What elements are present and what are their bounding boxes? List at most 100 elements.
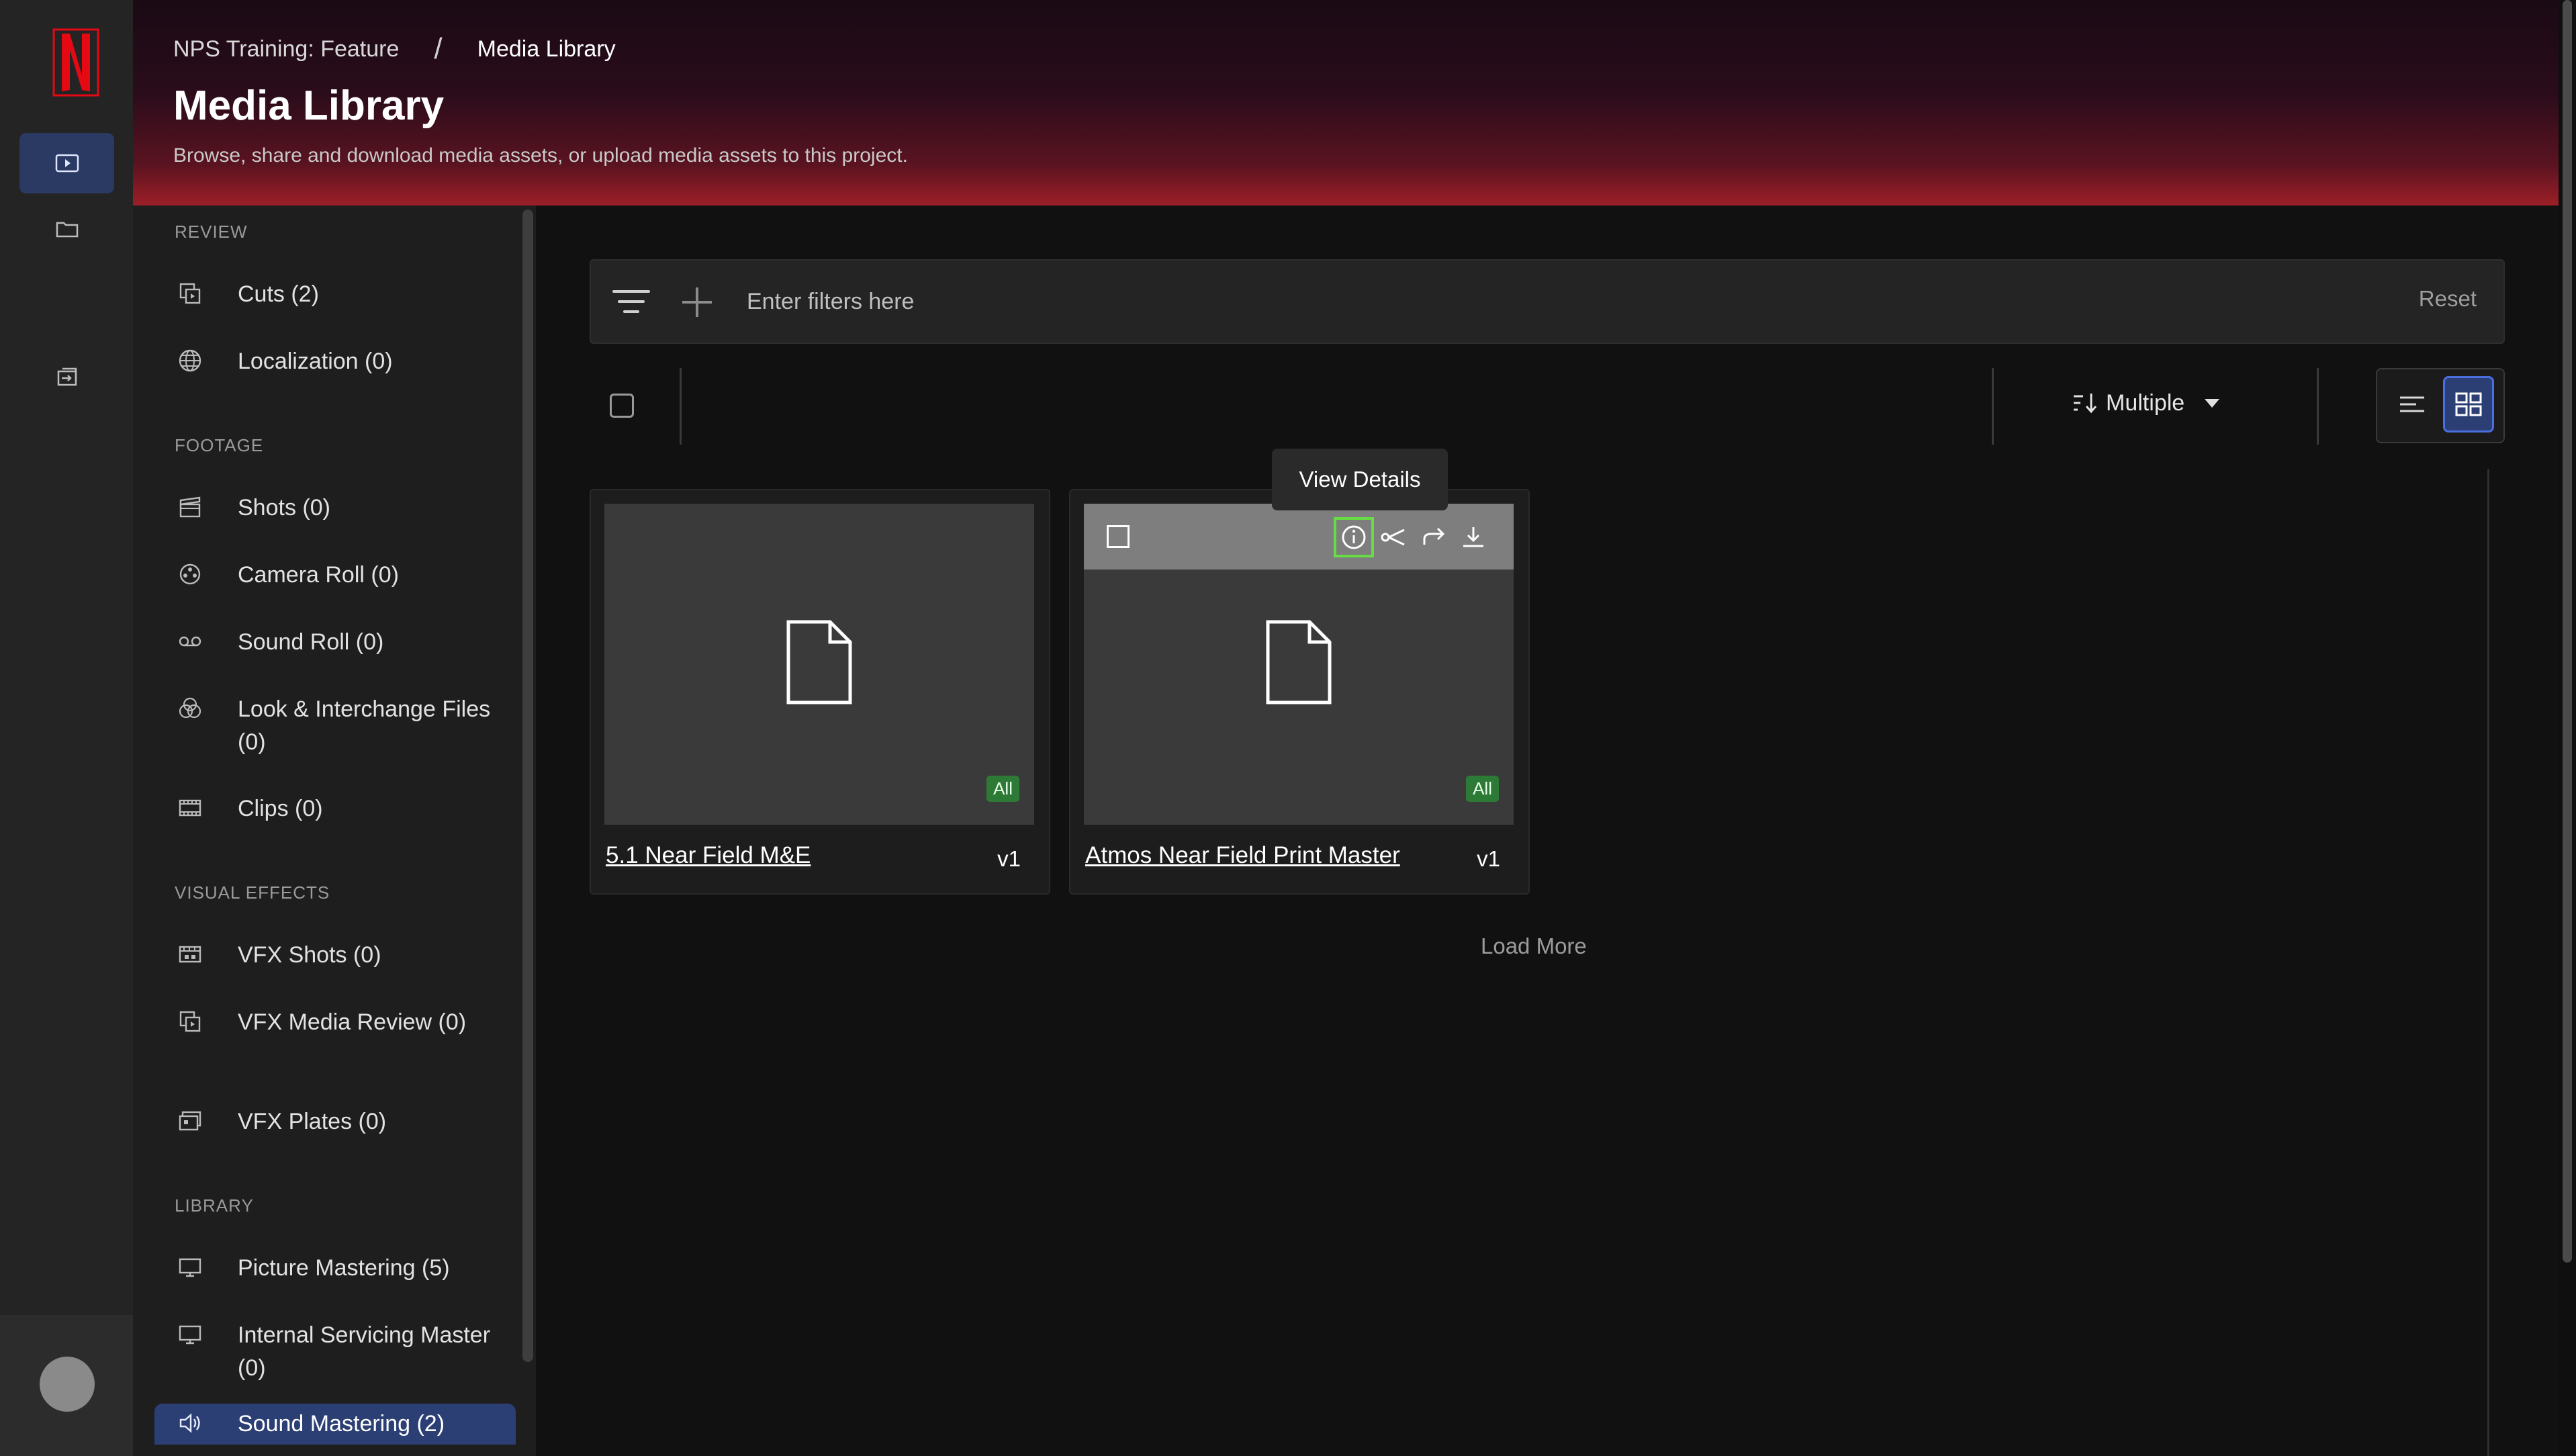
transfers-nav-button[interactable] [19,347,114,407]
list-view-button[interactable] [2392,384,2432,424]
chevron-down-icon [2205,399,2220,408]
grid-view-button[interactable] [2443,376,2494,433]
media-title-link[interactable]: Atmos Near Field Print Master [1085,842,1400,869]
view-details-button[interactable] [1334,517,1374,557]
color-circles-icon [175,693,205,724]
sidebar-item-label: VFX Media Review (0) [238,1009,467,1035]
media-thumbnail[interactable]: All [604,504,1034,825]
view-details-tooltip: View Details [1272,449,1448,510]
sidebar-item-vfx-shots[interactable]: VFX Shots (0) [175,939,524,972]
sidebar-item-look-interchange[interactable]: Look & Interchange Files (0) [175,693,524,759]
sidebar-item-label: Sound Roll (0) [238,629,384,655]
select-all-checkbox[interactable] [610,394,634,418]
download-button[interactable] [1453,517,1493,557]
add-filter-icon[interactable] [678,283,716,321]
grid-view-icon [2455,392,2482,416]
section-title-visual-effects: VISUAL EFFECTS [175,882,330,903]
sidebar-item-cuts[interactable]: Cuts (2) [175,278,524,311]
globe-icon [175,345,205,376]
sidebar-item-label: VFX Plates (0) [238,1109,387,1134]
media-version: v1 [997,846,1021,871]
share-button[interactable] [1414,517,1455,557]
content-divider [2487,469,2489,1456]
sidebar-item-label: Shots (0) [238,495,330,520]
toolbar-divider [2317,368,2319,445]
transfer-icon [57,367,77,386]
page-description: Browse, share and download media assets,… [173,144,908,167]
media-version: v1 [1477,846,1500,871]
monitor-icon [175,1252,205,1283]
vfx-plates-icon [175,1105,205,1136]
play-screen-icon [55,154,79,173]
folder-icon [56,222,78,238]
sidebar-item-clips[interactable]: Clips (0) [175,792,524,825]
category-sidebar: REVIEW Cuts (2) Localization (0) FOOTAGE… [133,206,536,1456]
media-card[interactable]: All Atmos Near Field Print Master v1 [1069,489,1530,895]
filter-bar: Reset [590,259,2505,344]
card-action-bar [1084,504,1514,570]
toolbar-divider [1992,368,1994,445]
cut-button[interactable] [1374,517,1414,557]
cuts-icon [175,278,205,309]
section-title-footage: FOOTAGE [175,435,264,455]
speaker-icon [175,1408,205,1439]
sidebar-item-camera-roll[interactable]: Camera Roll (0) [175,559,524,592]
sidebar-item-vfx-media-review[interactable]: VFX Media Review (0) [175,1006,524,1039]
sidebar-item-sound-mastering[interactable]: Sound Mastering (2) [154,1404,516,1445]
sidebar-item-picture-mastering[interactable]: Picture Mastering (5) [175,1252,524,1285]
sidebar-item-shots[interactable]: Shots (0) [175,492,524,525]
sidebar-item-label: VFX Shots (0) [238,942,381,968]
breadcrumb-current: Media Library [477,36,616,62]
file-icon [1266,620,1332,704]
file-icon [786,620,852,704]
media-card[interactable]: All 5.1 Near Field M&E v1 [590,489,1050,895]
user-avatar[interactable] [40,1357,95,1412]
scissors-icon [1381,529,1405,546]
sidebar-item-label: Camera Roll (0) [238,562,399,588]
film-reel-icon [175,559,205,590]
filter-input[interactable] [745,281,2225,322]
sidebar-item-label: Localization (0) [238,349,393,374]
view-toggle [2376,368,2505,443]
monitor-icon [175,1319,205,1350]
sort-dropdown[interactable]: Multiple [2071,390,2223,416]
sidebar-scrollbar[interactable] [522,210,533,1362]
download-icon [1463,527,1483,547]
card-select-checkbox[interactable] [1107,525,1130,548]
page-title: Media Library [173,83,445,129]
netflix-logo-icon[interactable] [52,28,99,97]
list-view-icon [2400,396,2424,412]
sidebar-item-vfx-plates[interactable]: VFX Plates (0) [175,1105,524,1138]
breadcrumb-separator: / [434,32,443,65]
page-scrollbar[interactable] [2563,0,2572,1263]
section-title-review: REVIEW [175,222,248,242]
sidebar-item-localization[interactable]: Localization (0) [175,345,524,378]
toolbar-divider [680,368,682,445]
tape-icon [175,626,205,657]
vfx-clapper-icon [175,939,205,970]
media-library-nav-button[interactable] [19,133,114,193]
share-arrow-icon [1423,527,1445,545]
sort-label: Multiple [2106,390,2185,416]
sidebar-item-sound-roll[interactable]: Sound Roll (0) [175,626,524,659]
sidebar-item-label: Clips (0) [238,796,323,821]
sidebar-item-label: Internal Servicing Master (0) [238,1322,491,1381]
breadcrumb: NPS Training: Feature / Media Library [173,32,616,66]
page-header: NPS Training: Feature / Media Library Me… [133,0,2559,206]
sidebar-item-internal-servicing-master[interactable]: Internal Servicing Master (0) [175,1319,524,1385]
vfx-review-icon [175,1006,205,1037]
language-badge: All [1466,776,1499,802]
app-rail [0,0,133,1456]
media-title-link[interactable]: 5.1 Near Field M&E [606,842,811,869]
reset-button[interactable]: Reset [2419,286,2477,312]
folder-nav-button[interactable] [19,199,114,259]
film-strip-icon [175,792,205,823]
language-badge: All [986,776,1019,802]
info-icon [1342,525,1366,549]
breadcrumb-project-link[interactable]: NPS Training: Feature [173,36,399,62]
sidebar-item-label: Look & Interchange Files (0) [238,696,491,755]
sort-icon [2074,394,2097,414]
results-toolbar: Multiple [590,368,2505,445]
filter-icon[interactable] [611,283,651,320]
load-more-button[interactable]: Load More [1481,934,1587,959]
